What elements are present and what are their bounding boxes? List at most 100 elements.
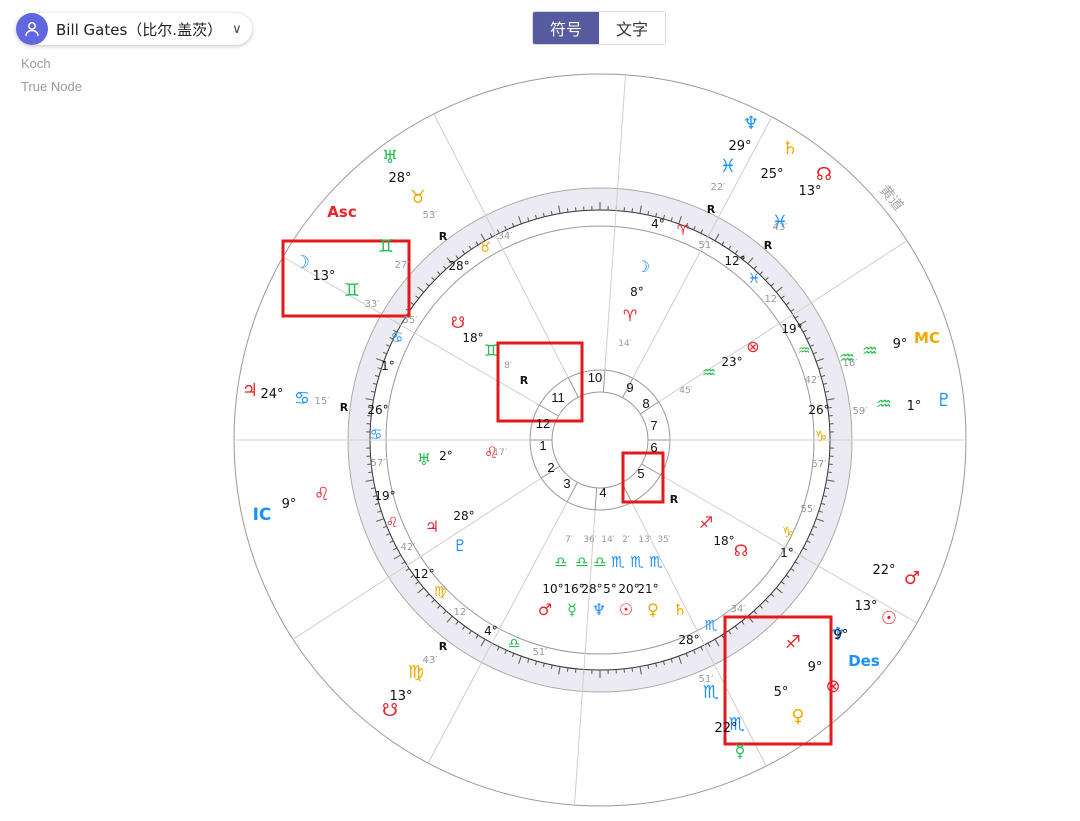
outer-planet-position: 25° (760, 167, 783, 182)
degree-tick (566, 667, 569, 672)
outer-planet-position: 13° (389, 689, 412, 704)
inner-planet-glyph: ♃ (425, 517, 439, 536)
cusp-sign-glyph: ♒ (798, 343, 811, 359)
cusp-minute: 42′ (805, 375, 821, 386)
outer-planet-glyph: ☉ (881, 608, 897, 629)
cusp-degree: 26° (808, 403, 829, 417)
retrograde-marker: R (707, 203, 716, 216)
cluster-planet-glyph: ♂ (538, 600, 552, 619)
degree-tick (827, 471, 832, 474)
cluster-minute: 7′ (565, 535, 573, 545)
cusp-sign-glyph: ♈ (677, 223, 690, 239)
outer-planet-position: 9° (893, 337, 908, 352)
cusp-minute: 42′ (401, 542, 417, 553)
cluster-degree: 21° (637, 582, 658, 596)
cluster-planet-glyph: ☿ (567, 600, 577, 619)
house-number: 8 (642, 396, 649, 411)
house-number: 10 (588, 370, 602, 385)
outer-planet-position: 13° (798, 184, 821, 199)
inner-planet-position: 18° (462, 331, 483, 345)
inner-planet-position: 28° (453, 509, 474, 523)
outer-planet-position: 43′ (773, 222, 789, 233)
outer-planet-position: 51′ (699, 674, 715, 685)
cluster-degree: 5° (603, 582, 617, 596)
inner-planet-glyph: ♅ (417, 450, 431, 469)
retrograde-marker: R (670, 493, 679, 506)
outer-planet-glyph: ♋ (294, 388, 310, 409)
retrograde-marker: R (340, 401, 349, 414)
outer-planet-position: 9° (282, 497, 297, 512)
retrograde-marker: R (764, 239, 773, 252)
cusp-degree: 4° (651, 217, 665, 231)
cusp-minute: 57′ (371, 458, 387, 469)
inner-planet-position: 2° (439, 449, 453, 463)
inner-planet-position: 8′ (504, 361, 512, 371)
outer-planet-position: 16′ (843, 358, 859, 369)
cusp-sign-glyph: ♋ (370, 427, 383, 443)
cluster-minute: 2′ (622, 535, 630, 545)
cusp-degree: 1° (780, 546, 794, 560)
outer-planet-glyph: ♌ (314, 484, 330, 505)
house-number-ring-inner (551, 391, 649, 489)
ic-label: IC (253, 505, 272, 525)
cluster-sign-glyph: ♏ (649, 553, 663, 571)
outer-planet-position: 9° (808, 660, 823, 675)
house-number: 3 (563, 476, 570, 491)
cusp-minute: 34′ (731, 604, 747, 615)
cusp-sign-glyph: ♑ (782, 525, 795, 541)
cluster-minute: 14′ (601, 535, 615, 545)
outer-planet-glyph: ♂ (904, 568, 920, 589)
cluster-minute: 35′ (657, 535, 671, 545)
cluster-degree: 28° (581, 582, 602, 596)
retrograde-marker: R (439, 640, 448, 653)
cusp-minute: 12′ (454, 607, 470, 618)
house-number: 9 (626, 380, 633, 395)
outer-planet-position: 27′ (395, 260, 411, 271)
outer-planet-glyph: ♊ (378, 236, 394, 257)
cusp-sign-glyph: ♉ (479, 240, 492, 256)
des-label: Des (848, 652, 880, 670)
inner-planet-glyph: ☊ (734, 541, 748, 560)
outer-planet-glyph: ♒ (876, 394, 892, 415)
cluster-sign-glyph: ♎ (554, 553, 567, 571)
outer-planet-glyph: ♅ (382, 147, 398, 168)
cluster-degree: 10° (542, 582, 563, 596)
outer-planet-position: 59′ (853, 406, 869, 417)
cusp-minute: 55′ (403, 315, 419, 326)
outer-planet-position: 33′ (365, 299, 381, 310)
house-number: 2 (547, 460, 554, 475)
outer-planet-glyph: ♓ (720, 156, 736, 177)
outer-planet-glyph: ☿ (734, 741, 745, 762)
inner-planet-glyph: ♇ (453, 536, 467, 555)
outer-planet-glyph: ♄ (782, 138, 798, 159)
inner-planet-glyph: ♊ (484, 341, 498, 360)
cluster-planet-glyph: ☉ (619, 600, 633, 619)
cusp-degree: 26° (367, 403, 388, 417)
cusp-sign-glyph: ♋ (391, 330, 404, 346)
cusp-degree: 28° (448, 259, 469, 273)
cusp-sign-glyph: ♍ (434, 584, 447, 600)
cluster-sign-glyph: ♎ (593, 553, 606, 571)
house-number: 12 (536, 416, 550, 431)
cluster-planet-glyph: ♆ (592, 600, 606, 619)
outer-planet-glyph: ♊ (344, 280, 360, 301)
cusp-minute: 12′ (765, 294, 781, 305)
ecliptic-label: 黄道 (876, 182, 907, 214)
cluster-sign-glyph: ♎ (575, 553, 588, 571)
inner-planet-glyph: ☋ (451, 313, 465, 332)
cusp-degree: 19° (781, 322, 802, 336)
outer-planet-glyph: ♀ (791, 706, 804, 727)
house-number: 6 (650, 440, 657, 455)
cluster-minute: 13′ (638, 535, 652, 545)
cusp-minute: 55′ (801, 504, 817, 515)
outer-planet-position: 9° (834, 628, 849, 643)
inner-planet-position: 17′ (493, 448, 507, 458)
degree-tick (566, 208, 569, 213)
outer-planet-glyph: ♒ (862, 341, 878, 362)
cusp-degree: 19° (374, 489, 395, 503)
cusp-minute: 34′ (498, 231, 514, 242)
cusp-degree: 12° (413, 567, 434, 581)
mc-label: MC (914, 329, 940, 347)
inner-planet-glyph: ♈ (623, 306, 637, 325)
retrograde-marker: R (439, 230, 448, 243)
